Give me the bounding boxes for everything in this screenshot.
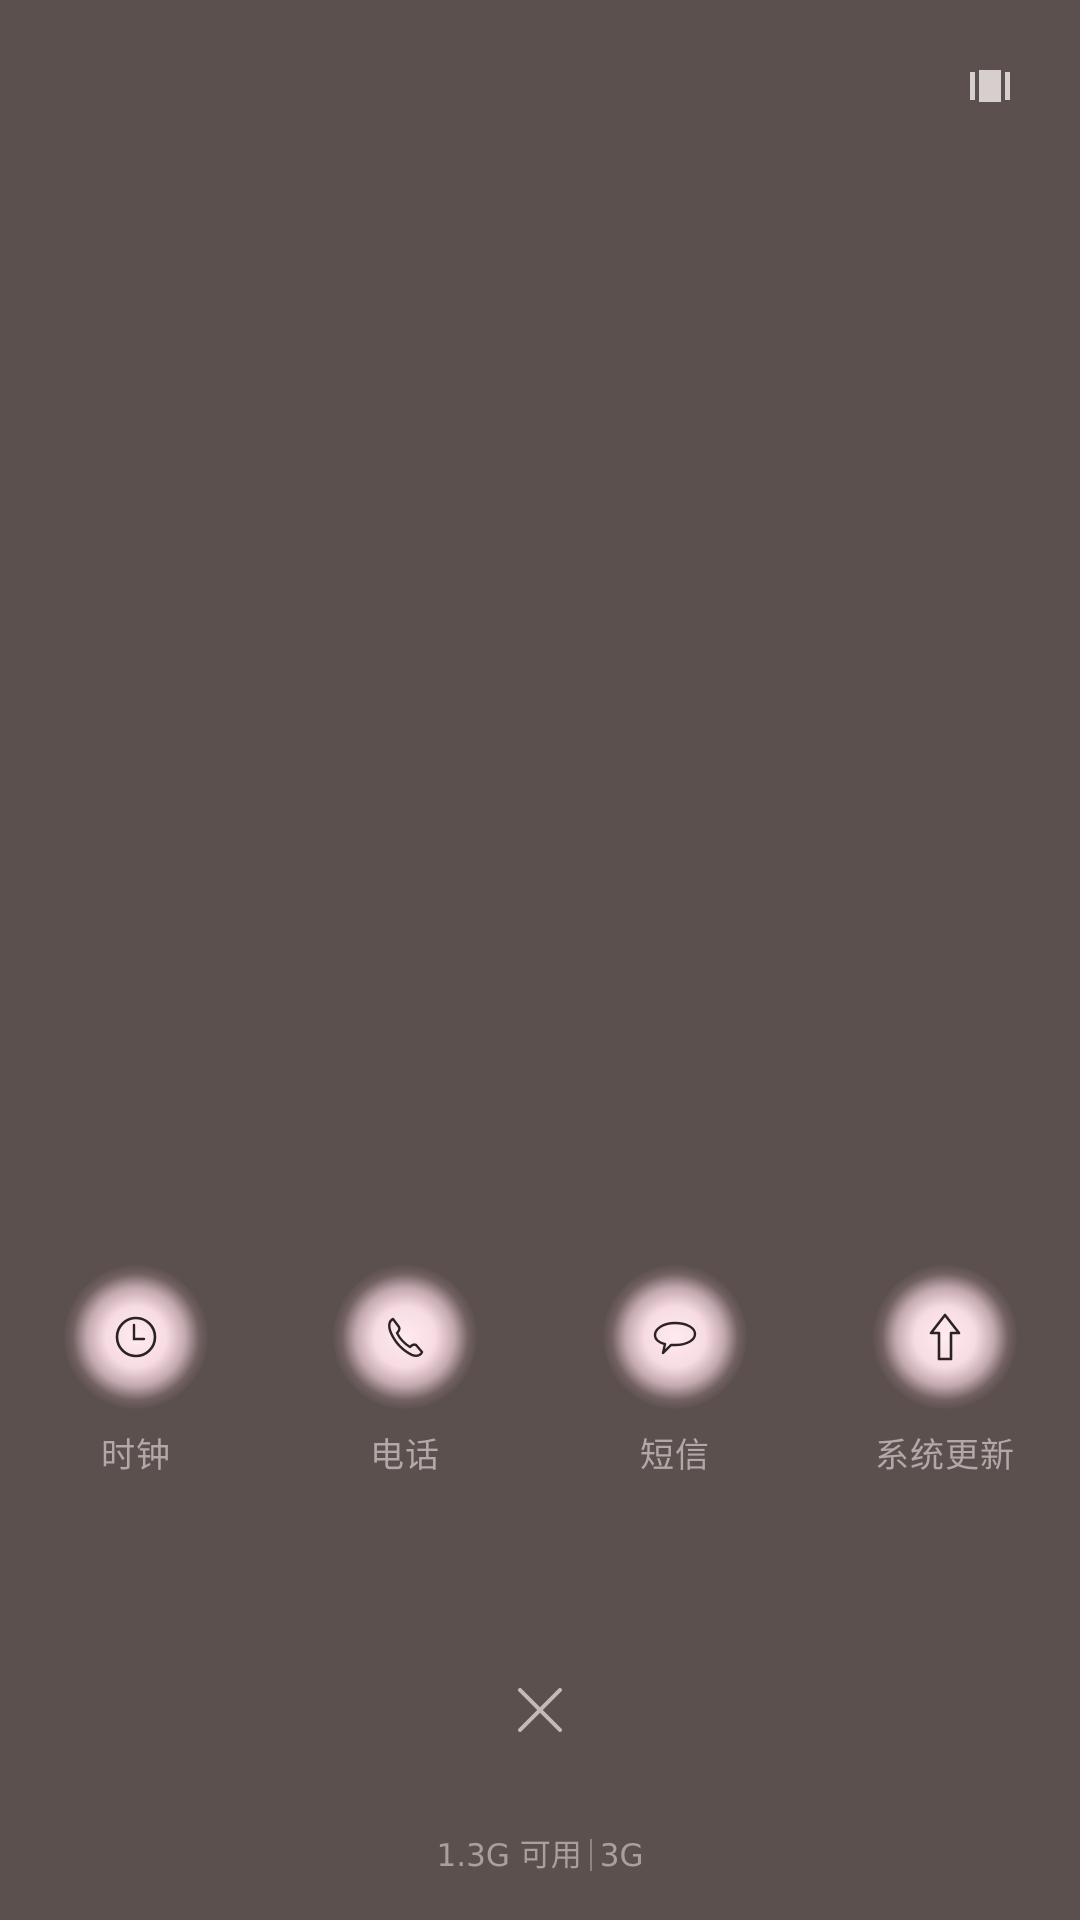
memory-available: 1.3G 可用 [436, 1838, 582, 1874]
app-card-system-update[interactable]: 系统更新 [845, 1265, 1045, 1485]
memory-info: 1.3G 可用 3G [0, 1836, 1080, 1876]
app-card-messages[interactable]: 短信 [575, 1265, 775, 1485]
memory-separator [589, 1839, 592, 1871]
memory-total: 3G [599, 1838, 644, 1874]
grid-view-icon [970, 70, 1010, 102]
clear-all-button[interactable] [510, 1680, 570, 1740]
message-bubble-icon [653, 1321, 697, 1355]
clock-icon [115, 1316, 157, 1358]
app-label: 系统更新 [875, 1436, 1015, 1476]
app-card-phone[interactable]: 电话 [305, 1265, 505, 1485]
phone-icon [388, 1317, 424, 1357]
recent-apps-row: 时钟 电话 短信 系统更新 [0, 1265, 1080, 1485]
app-label: 时钟 [101, 1436, 171, 1476]
app-label: 电话 [370, 1436, 440, 1476]
up-arrow-icon [929, 1313, 961, 1361]
app-card-clock[interactable]: 时钟 [36, 1265, 236, 1485]
layout-toggle-button[interactable] [968, 68, 1014, 102]
app-label: 短信 [640, 1436, 710, 1476]
close-icon [518, 1688, 562, 1732]
